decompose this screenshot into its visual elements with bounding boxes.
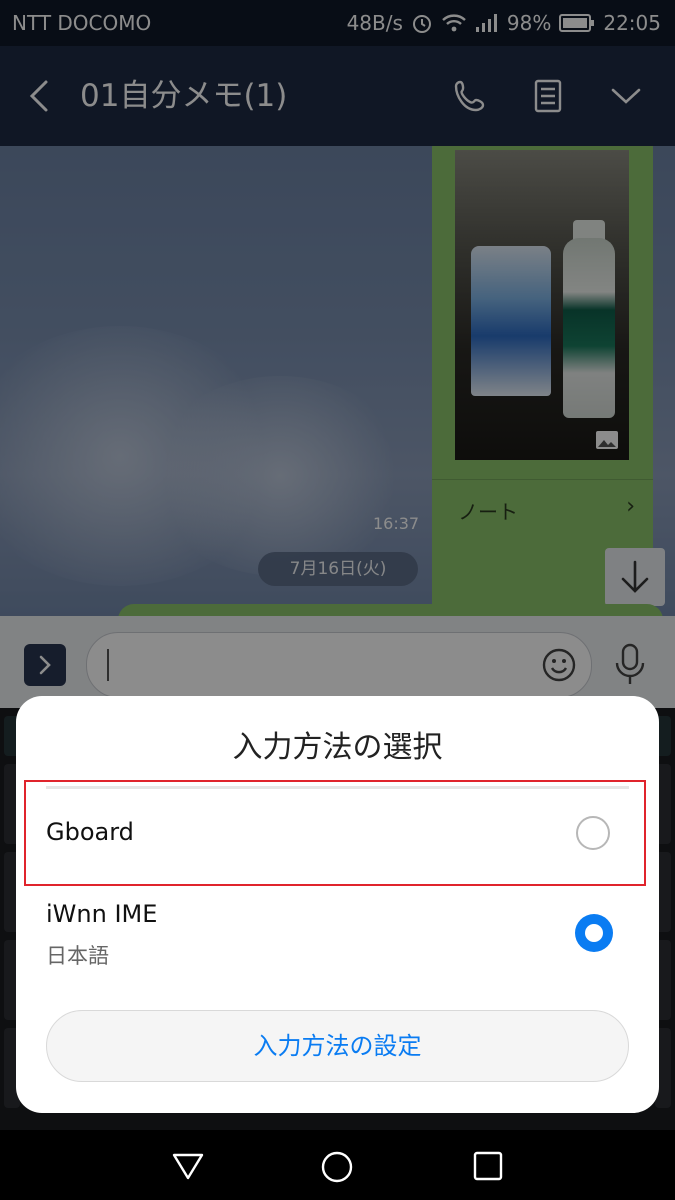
input-method-settings-button[interactable]: 入力方法の設定 [46,1010,629,1082]
radio-button-selected[interactable] [575,914,613,952]
back-nav-icon[interactable] [170,1150,206,1182]
navigation-bar [0,1130,675,1200]
option-name: iWnn IME [46,900,158,928]
option-subtitle: 日本語 [46,944,109,968]
input-method-dialog: 入力方法の選択 Gboard iWnn IME 日本語 入力方法の設定 [16,696,659,1113]
highlight-box [24,780,646,886]
option-iwnn-ime[interactable]: iWnn IME 日本語 [16,886,659,986]
dialog-title: 入力方法の選択 [232,730,443,765]
home-nav-icon[interactable] [320,1150,354,1184]
recents-nav-icon[interactable] [472,1150,504,1182]
